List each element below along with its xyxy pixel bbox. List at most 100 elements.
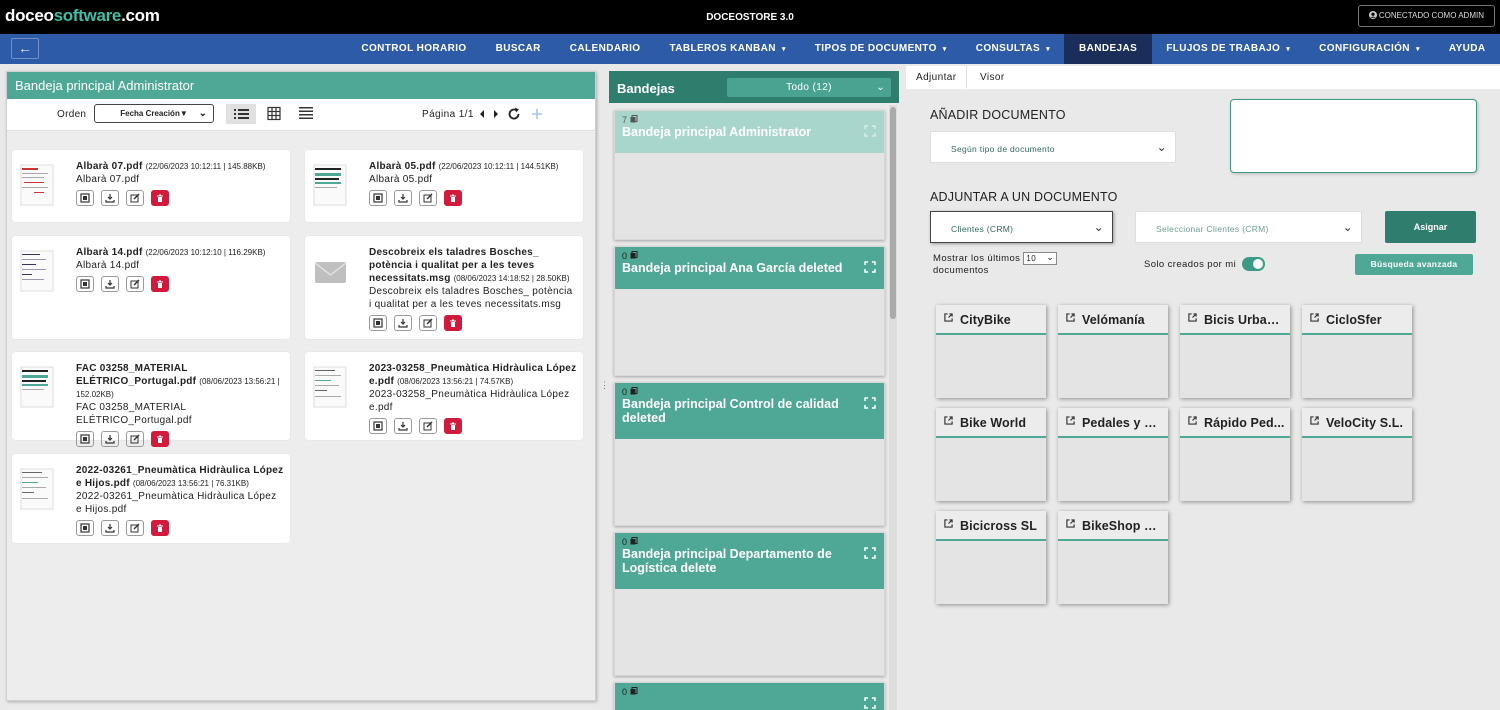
- expand-icon[interactable]: [864, 697, 876, 709]
- entity-type-select[interactable]: Clientes (CRM) ⌄: [930, 211, 1113, 243]
- external-link-icon[interactable]: [1066, 416, 1075, 425]
- document-card[interactable]: Descobreix els taladres Bosches_ potènci…: [305, 236, 583, 339]
- delete-button[interactable]: [151, 520, 169, 536]
- nav-item[interactable]: BUSCAR: [481, 34, 555, 64]
- document-card[interactable]: 2022-03261_Pneumàtica Hidràulica López e…: [12, 454, 290, 543]
- show-last-select[interactable]: 10 ⌄: [1023, 252, 1058, 265]
- scrollbar-thumb[interactable]: [890, 107, 896, 319]
- client-card[interactable]: BikeShop S.A.: [1058, 511, 1168, 604]
- trays-filter-select[interactable]: Todo (12) ⌄: [727, 78, 891, 97]
- external-link-icon[interactable]: [944, 519, 953, 528]
- nav-item[interactable]: BANDEJAS: [1064, 34, 1152, 64]
- expand-icon[interactable]: [864, 397, 876, 409]
- external-link-icon[interactable]: [1188, 416, 1197, 425]
- external-link-icon[interactable]: [1188, 313, 1197, 322]
- download-button[interactable]: [101, 520, 119, 536]
- preview-button[interactable]: [369, 315, 387, 331]
- pdf-thumbnail[interactable]: [20, 366, 56, 410]
- external-link-icon[interactable]: [1066, 313, 1075, 322]
- document-card[interactable]: 2023-03258_Pneumàtica Hidràulica López e…: [305, 352, 583, 440]
- pdf-thumbnail[interactable]: [313, 366, 349, 410]
- preview-button[interactable]: [76, 276, 94, 292]
- prev-page-icon[interactable]: [478, 106, 486, 122]
- delete-button[interactable]: [444, 190, 462, 206]
- pdf-thumbnail[interactable]: [20, 164, 56, 208]
- connected-as-button[interactable]: CONECTADO COMO ADMIN: [1357, 5, 1495, 27]
- expand-icon[interactable]: [864, 125, 876, 137]
- list-view-button[interactable]: [226, 104, 256, 124]
- client-card[interactable]: CityBike: [936, 305, 1046, 398]
- scrollbar[interactable]: [889, 105, 897, 710]
- edit-button[interactable]: [126, 190, 144, 206]
- back-button[interactable]: ←: [11, 38, 39, 59]
- client-card[interactable]: Bike World: [936, 408, 1046, 501]
- add-icon[interactable]: [531, 106, 543, 122]
- tray-card[interactable]: 0 Bandeja principal Ana García deleted: [614, 246, 885, 376]
- edit-button[interactable]: [419, 418, 437, 434]
- external-link-icon[interactable]: [1066, 519, 1075, 528]
- preview-button[interactable]: [76, 520, 94, 536]
- document-title[interactable]: FAC 03258_MATERIAL ELÉTRICO_Portugal.pdf…: [76, 362, 284, 401]
- external-link-icon[interactable]: [944, 416, 953, 425]
- record-select[interactable]: Seleccionar Clientes (CRM) ⌄: [1135, 211, 1362, 243]
- expand-icon[interactable]: [864, 261, 876, 273]
- tray-card[interactable]: 0 Bandeja principal Departamento de Logís…: [614, 532, 885, 676]
- delete-button[interactable]: [444, 315, 462, 331]
- delete-button[interactable]: [151, 276, 169, 292]
- download-button[interactable]: [394, 418, 412, 434]
- grid-view-button[interactable]: [259, 104, 289, 124]
- nav-item[interactable]: TABLEROS KANBAN ▾: [655, 34, 800, 64]
- delete-button[interactable]: [444, 418, 462, 434]
- download-button[interactable]: [394, 190, 412, 206]
- download-button[interactable]: [101, 276, 119, 292]
- nav-item[interactable]: CONSULTAS ▾: [961, 34, 1064, 64]
- panel-splitter-handle[interactable]: ⋮: [600, 380, 609, 391]
- refresh-icon[interactable]: [507, 106, 521, 122]
- client-card[interactable]: Rápido Ped...: [1180, 408, 1290, 501]
- client-card[interactable]: VeloCity S.L.: [1302, 408, 1412, 501]
- download-button[interactable]: [394, 315, 412, 331]
- delete-button[interactable]: [151, 431, 169, 447]
- client-card[interactable]: Velómanía: [1058, 305, 1168, 398]
- document-type-select[interactable]: Según tipo de documento ⌄: [930, 131, 1176, 163]
- file-drop-area[interactable]: [1230, 99, 1477, 173]
- preview-button[interactable]: [369, 418, 387, 434]
- pdf-thumbnail[interactable]: [20, 468, 56, 512]
- expand-icon[interactable]: [864, 547, 876, 559]
- client-card[interactable]: Bicicross SL: [936, 511, 1046, 604]
- assign-button[interactable]: Asignar: [1385, 211, 1476, 243]
- only-mine-toggle[interactable]: [1242, 257, 1265, 271]
- document-card[interactable]: Albarà 07.pdf (22/06/2023 10:12:11 | 145…: [12, 150, 290, 222]
- edit-button[interactable]: [126, 276, 144, 292]
- document-title[interactable]: 2022-03261_Pneumàtica Hidràulica López e…: [76, 464, 284, 490]
- tab-adjuntar[interactable]: Adjuntar: [906, 66, 968, 89]
- edit-button[interactable]: [126, 431, 144, 447]
- envelope-icon[interactable]: [313, 250, 349, 294]
- nav-item[interactable]: CONTROL HORARIO: [347, 34, 481, 64]
- compact-view-button[interactable]: [291, 104, 321, 124]
- nav-item[interactable]: CONFIGURACIÓN ▾: [1305, 34, 1435, 64]
- edit-button[interactable]: [419, 190, 437, 206]
- document-card[interactable]: Albarà 05.pdf (22/06/2023 10:12:11 | 144…: [305, 150, 583, 222]
- delete-button[interactable]: [151, 190, 169, 206]
- client-card[interactable]: Pedales y M...: [1058, 408, 1168, 501]
- nav-item[interactable]: AYUDA: [1434, 34, 1500, 64]
- client-card[interactable]: Bicis Urbanas: [1180, 305, 1290, 398]
- download-button[interactable]: [101, 190, 119, 206]
- nav-item[interactable]: TIPOS DE DOCUMENTO ▾: [800, 34, 961, 64]
- pdf-thumbnail[interactable]: [20, 250, 56, 294]
- edit-button[interactable]: [126, 520, 144, 536]
- document-title[interactable]: Albarà 07.pdf (22/06/2023 10:12:11 | 145…: [76, 160, 284, 173]
- document-title[interactable]: Albarà 05.pdf (22/06/2023 10:12:11 | 144…: [369, 160, 577, 173]
- preview-button[interactable]: [76, 431, 94, 447]
- tray-card[interactable]: 0 Bandeja principal Control de calidad de…: [614, 382, 885, 526]
- document-card[interactable]: Albarà 14.pdf (22/06/2023 10:12:10 | 116…: [12, 236, 290, 339]
- edit-button[interactable]: [419, 315, 437, 331]
- client-card[interactable]: CicloSfer: [1302, 305, 1412, 398]
- external-link-icon[interactable]: [944, 313, 953, 322]
- order-select[interactable]: Fecha Creación▼ ⌄: [94, 104, 214, 123]
- tab-visor[interactable]: Visor: [970, 66, 1015, 89]
- tray-card[interactable]: 0: [614, 682, 885, 710]
- preview-button[interactable]: [369, 190, 387, 206]
- external-link-icon[interactable]: [1310, 313, 1319, 322]
